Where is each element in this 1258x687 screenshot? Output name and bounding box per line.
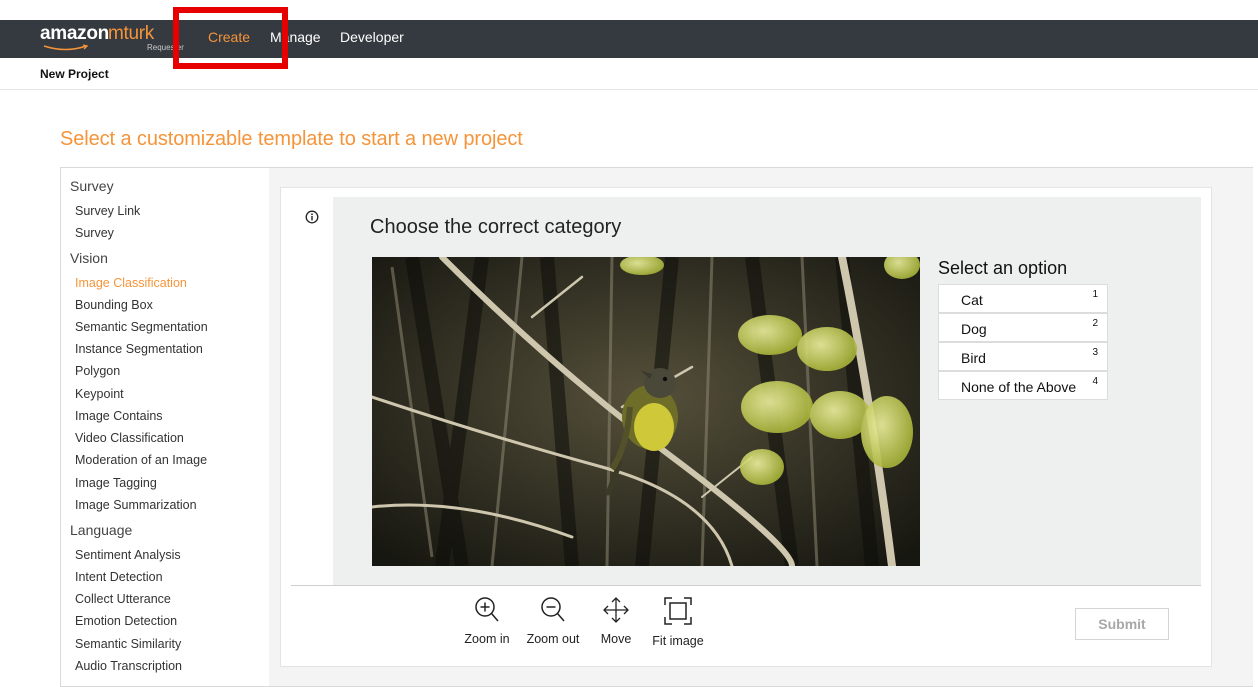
- zoom-out-icon: [541, 597, 565, 622]
- sidebar-item-semantic-similarity[interactable]: Semantic Similarity: [75, 637, 181, 651]
- sidebar-item-instance-segmentation[interactable]: Instance Segmentation: [75, 342, 203, 356]
- toolbar-divider: [291, 585, 1201, 586]
- bird-photo: [372, 257, 920, 566]
- zoom-out-button[interactable]: Zoom out: [521, 596, 585, 646]
- option-label: Dog: [961, 321, 987, 337]
- sidebar-group-survey: Survey: [70, 178, 114, 194]
- sidebar-item-semantic-segmentation[interactable]: Semantic Segmentation: [75, 320, 208, 334]
- sidebar-item-intent-detection[interactable]: Intent Detection: [75, 570, 163, 584]
- logo-word: amazon: [40, 23, 109, 44]
- fit-image-button[interactable]: Fit image: [648, 596, 708, 648]
- sidebar-item-collect-utterance[interactable]: Collect Utterance: [75, 592, 171, 606]
- templates-heading: Select a customizable template to start …: [60, 128, 523, 150]
- option-key: 4: [1092, 376, 1098, 387]
- zoom-in-label: Zoom in: [464, 632, 510, 646]
- move-label: Move: [600, 632, 632, 646]
- page-title: New Project: [40, 67, 109, 81]
- sub-header: New Project: [0, 58, 1258, 90]
- sidebar-item-image-summarization[interactable]: Image Summarization: [75, 498, 197, 512]
- option-key: 2: [1092, 318, 1098, 329]
- sidebar-item-image-contains[interactable]: Image Contains: [75, 409, 163, 423]
- sidebar-item-video-classification[interactable]: Video Classification: [75, 431, 184, 445]
- sidebar-item-survey[interactable]: Survey: [75, 226, 114, 240]
- option-label: None of the Above: [961, 379, 1077, 395]
- zoom-in-icon: [475, 597, 499, 622]
- template-sidebar: Survey Survey Link Survey Vision Image C…: [61, 168, 269, 686]
- nav-developer[interactable]: Developer: [340, 29, 404, 45]
- sidebar-item-bounding-box[interactable]: Bounding Box: [75, 298, 153, 312]
- option-cat[interactable]: Cat 1: [938, 284, 1108, 313]
- option-key: 3: [1092, 347, 1098, 358]
- sidebar-item-survey-link[interactable]: Survey Link: [75, 204, 140, 218]
- sidebar-group-language: Language: [70, 522, 133, 538]
- submit-button[interactable]: Submit: [1075, 608, 1169, 640]
- sidebar-group-vision: Vision: [70, 250, 108, 266]
- logo-product: mturk: [108, 23, 155, 44]
- sidebar-item-audio-transcription[interactable]: Audio Transcription: [75, 659, 182, 673]
- option-bird[interactable]: Bird 3: [938, 342, 1108, 371]
- sidebar-item-keypoint[interactable]: Keypoint: [75, 387, 124, 401]
- options-title: Select an option: [938, 258, 1068, 278]
- task-title: Choose the correct category: [370, 216, 622, 238]
- option-label: Bird: [961, 350, 986, 366]
- zoom-in-button[interactable]: Zoom in: [462, 596, 512, 646]
- sidebar-item-image-classification[interactable]: Image Classification: [75, 276, 187, 290]
- move-button[interactable]: Move: [596, 596, 636, 646]
- zoom-out-label: Zoom out: [526, 632, 580, 646]
- mturk-logo[interactable]: amazon mturk Requester: [40, 23, 184, 55]
- fit-image-label: Fit image: [652, 634, 704, 648]
- task-image[interactable]: [372, 257, 920, 566]
- option-key: 1: [1092, 289, 1098, 300]
- sidebar-item-moderation-of-an-image[interactable]: Moderation of an Image: [75, 453, 207, 467]
- fit-image-icon: [664, 597, 692, 625]
- sidebar-item-polygon[interactable]: Polygon: [75, 364, 120, 378]
- option-dog[interactable]: Dog 2: [938, 313, 1108, 342]
- sidebar-item-image-tagging[interactable]: Image Tagging: [75, 476, 157, 490]
- option-none-of-the-above[interactable]: None of the Above 4: [938, 371, 1108, 400]
- move-icon: [603, 597, 629, 623]
- option-label: Cat: [961, 292, 983, 308]
- sidebar-item-sentiment-analysis[interactable]: Sentiment Analysis: [75, 548, 181, 562]
- sidebar-item-emotion-detection[interactable]: Emotion Detection: [75, 614, 177, 628]
- info-icon[interactable]: [305, 210, 319, 224]
- amazon-smile-icon: [43, 44, 89, 51]
